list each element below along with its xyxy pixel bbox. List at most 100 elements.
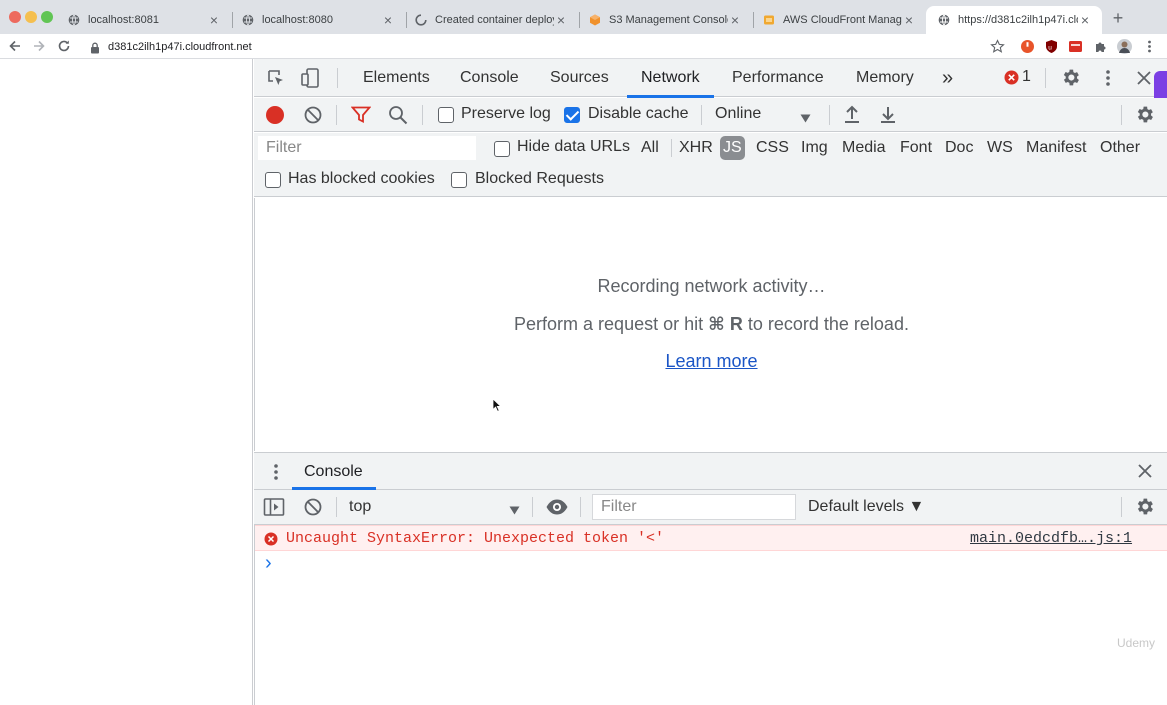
live-expression-eye-icon[interactable] [545, 498, 569, 521]
error-count-icon[interactable] [1004, 70, 1019, 90]
zoom-window-button[interactable] [41, 11, 53, 23]
type-filter-font[interactable]: Font [897, 136, 935, 160]
kebab-menu-icon[interactable] [1100, 68, 1116, 93]
error-icon [264, 532, 278, 551]
browser-tab[interactable]: Created container deploy sc × [403, 6, 578, 34]
minimize-window-button[interactable] [25, 11, 37, 23]
network-filter-input[interactable]: Filter [258, 136, 476, 160]
tab-sources[interactable]: Sources [548, 59, 611, 97]
chrome-menu-icon[interactable] [1142, 39, 1157, 54]
extensions-puzzle-icon[interactable] [1093, 39, 1108, 54]
learn-more-text[interactable]: Learn more [665, 351, 757, 371]
udemy-watermark: Udemy [1117, 636, 1156, 650]
console-filter-input[interactable]: Filter [592, 494, 796, 520]
extension-shield-icon[interactable] [1020, 39, 1035, 54]
browser-tab[interactable]: S3 Management Console × [577, 6, 752, 34]
log-levels-select[interactable]: Default levels ▼ [808, 498, 924, 516]
clear-icon[interactable] [303, 105, 323, 130]
type-filter-media[interactable]: Media [839, 136, 889, 160]
dropdown-arrow-icon[interactable] [800, 110, 811, 128]
tab-close-icon[interactable]: × [381, 12, 395, 28]
close-drawer-icon[interactable] [1137, 463, 1153, 484]
type-filter-xhr[interactable]: XHR [676, 136, 716, 160]
network-toolbar: Preserve log Disable cache Online [254, 98, 1167, 132]
type-filter-img[interactable]: Img [798, 136, 831, 160]
disable-cache-label: Disable cache [588, 105, 689, 122]
disable-cache-checkbox[interactable] [564, 107, 580, 123]
tab-title: Created container deploy sc [435, 14, 554, 26]
more-tabs-chevron-icon[interactable]: » [940, 59, 955, 97]
tab-close-icon[interactable]: × [1078, 12, 1092, 28]
hint-shortcut: ⌘ R [708, 314, 743, 334]
console-toolbar: top Filter Default levels ▼ [254, 490, 1167, 525]
learn-more-link[interactable]: Learn more [255, 351, 1167, 372]
type-filter-js[interactable]: JS [720, 136, 745, 160]
tab-close-icon[interactable]: × [554, 12, 568, 28]
console-prompt-icon[interactable]: › [265, 552, 272, 575]
back-arrow-icon[interactable] [6, 37, 24, 55]
context-select[interactable]: top [349, 498, 371, 516]
close-devtools-icon[interactable] [1135, 69, 1153, 92]
lock-icon [90, 41, 100, 53]
tab-close-icon[interactable]: × [902, 12, 916, 28]
blocked-requests-label: Blocked Requests [475, 170, 604, 187]
reload-icon[interactable] [55, 37, 73, 55]
tab-console[interactable]: Console [458, 59, 521, 97]
browser-tab[interactable]: localhost:8081 × [56, 6, 231, 34]
ublock-origin-icon[interactable]: u [1044, 39, 1059, 54]
inspect-element-icon[interactable] [266, 68, 286, 93]
drawer-menu-icon[interactable] [268, 462, 284, 487]
network-settings-gear-icon[interactable] [1134, 104, 1155, 130]
tab-performance[interactable]: Performance [730, 59, 826, 97]
console-settings-gear-icon[interactable] [1134, 496, 1155, 522]
aws-cloudfront-icon [763, 14, 775, 26]
devtools-tab-bar: Elements Console Sources Network Perform… [254, 59, 1167, 119]
tab-elements[interactable]: Elements [361, 59, 432, 97]
search-icon[interactable] [388, 105, 408, 130]
filter-funnel-icon[interactable] [350, 106, 372, 129]
extension-red-icon[interactable] [1068, 39, 1083, 54]
drawer-tab-console[interactable]: Console [304, 463, 363, 481]
record-button[interactable] [265, 105, 285, 130]
browser-tab-strip: localhost:8081 × localhost:8080 × Create… [0, 0, 1167, 34]
profile-avatar[interactable] [1117, 39, 1132, 54]
show-sidebar-icon[interactable] [263, 497, 285, 522]
browser-tab[interactable]: AWS CloudFront Manageme × [751, 6, 926, 34]
error-source-link[interactable]: main.0edcdfb….js:1 [970, 530, 1132, 547]
type-filter-css[interactable]: CSS [753, 136, 792, 160]
hide-data-urls-checkbox[interactable] [494, 141, 510, 157]
url-text: d381c2ilh1p47i.cloudfront.net [108, 40, 252, 53]
type-filter-all[interactable]: All [638, 136, 662, 160]
browser-tab-active[interactable]: https://d381c2ilh1p47i.cloudi × [926, 6, 1102, 34]
bookmark-star-icon[interactable] [990, 39, 1005, 54]
close-window-button[interactable] [9, 11, 21, 23]
type-filter-ws[interactable]: WS [984, 136, 1016, 160]
type-filter-other[interactable]: Other [1097, 136, 1143, 160]
browser-tab[interactable]: localhost:8080 × [230, 6, 405, 34]
type-filter-doc[interactable]: Doc [942, 136, 976, 160]
export-har-icon[interactable] [879, 104, 897, 129]
type-filter-manifest[interactable]: Manifest [1023, 136, 1089, 160]
tab-network[interactable]: Network [627, 59, 714, 98]
has-blocked-cookies-checkbox[interactable] [265, 172, 281, 188]
tab-memory[interactable]: Memory [854, 59, 916, 97]
globe-icon [68, 14, 80, 26]
context-dropdown-arrow-icon[interactable] [509, 502, 520, 520]
tab-close-icon[interactable]: × [728, 12, 742, 28]
forward-arrow-icon[interactable] [30, 37, 48, 55]
address-bar[interactable]: d381c2ilh1p47i.cloudfront.net [82, 36, 1012, 57]
loading-spinner-icon [415, 14, 427, 26]
devtools-panel: Elements Console Sources Network Perform… [254, 59, 1167, 705]
device-toolbar-icon[interactable] [300, 67, 320, 94]
clear-console-icon[interactable] [303, 497, 323, 522]
blocked-requests-checkbox[interactable] [451, 172, 467, 188]
new-tab-button[interactable]: + [1108, 8, 1128, 28]
preserve-log-checkbox[interactable] [438, 107, 454, 123]
throttling-select[interactable]: Online [715, 105, 761, 123]
settings-gear-icon[interactable] [1060, 67, 1081, 93]
hide-data-urls-label: Hide data URLs [517, 138, 630, 155]
tab-close-icon[interactable]: × [207, 12, 221, 28]
error-message: Uncaught SyntaxError: Unexpected token '… [286, 530, 665, 547]
network-filter-bar: Filter Hide data URLs All XHR JS CSS Img… [254, 133, 1167, 197]
import-har-icon[interactable] [843, 104, 861, 129]
